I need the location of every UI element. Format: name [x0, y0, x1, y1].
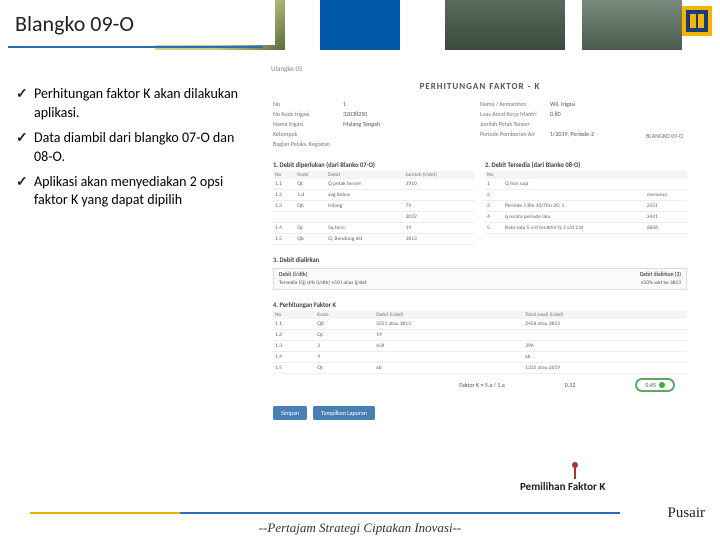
sc-box-col: Debit (l/dtk) [279, 272, 307, 278]
check-dot-icon [659, 382, 665, 388]
footer-accent-blue [180, 512, 620, 514]
meta-label: Kelompok [273, 130, 343, 138]
pu-logo-icon [682, 6, 712, 36]
bullet-item: Data diambil dari blangko 07-O dan 08-O. [16, 129, 251, 167]
sc-meta-right: Nama / KemantrenWil. Irigasi Luas Areal … [480, 100, 687, 150]
faktor-k-row: Faktor K = 5.a / 1.a 0.32 0.45 [273, 374, 687, 396]
header-photo-2 [320, 0, 400, 50]
callout-line [574, 465, 576, 479]
faktor-value-2-selected[interactable]: 0.45 [635, 378, 675, 392]
sc-sec2-title: 2. Debit Tersedia (dari Blanko 08-O) [485, 161, 687, 169]
sc-meta-left: No1 No Kode Irigasi32038250 Nama Irigasi… [273, 100, 480, 150]
sc-box-val: ≥50% wkt ke 3813 [641, 280, 681, 286]
meta-label: Jumlah Petak Tersier [480, 120, 550, 128]
sc-debit-box: Debit (l/dtk) Debit dialirkan (3) Tersedi… [273, 268, 687, 290]
sc-box-val: Tersedia (Q) d/b (l/dtk) ≥50 l alias lj/… [279, 280, 367, 286]
meta-value: Malang Tengah [343, 120, 380, 128]
meta-label: Periode Pemberian Air [480, 130, 550, 138]
sc-heading: PERHITUNGAN FAKTOR - K [265, 81, 695, 92]
slide-title: Blangko 09-O [0, 0, 275, 45]
sc-breadcrumb: Ulangke 05 [265, 60, 695, 77]
bullet-item: Perhitungan faktor K akan dilakukan apli… [16, 85, 251, 123]
meta-value: 1/2019, Periode-2 [550, 130, 594, 138]
meta-label: Nama Irigasi [273, 120, 343, 128]
meta-label: Bagian Pelaks. Kegiatan [273, 140, 343, 148]
meta-value: 1 [343, 100, 346, 108]
corner-brand: Pusair [668, 505, 706, 522]
sc-sec4-title: 4. Perhitungan Faktor K [273, 301, 687, 309]
meta-value: 32038250 [343, 110, 367, 118]
sc-table-4: NoKodeDebit (l/det)Total sasdi (l/det) 1… [273, 311, 687, 374]
title-underline [8, 46, 263, 48]
faktor-value-2: 0.45 [645, 381, 656, 389]
sc-sec1-title: 1. Debit diperlukan (dari Blanko 07-O) [273, 161, 475, 169]
footer-accent-yellow [30, 512, 180, 514]
sc-form-code: BLANGKO 09-O [646, 132, 683, 140]
bullet-list: Perhitungan faktor K akan dilakukan apli… [16, 85, 251, 216]
callout-label: Pemilihan Faktor K [520, 480, 605, 493]
sc-sec3-title: 3. Debit dialirkan [273, 256, 687, 264]
meta-value: 0.80 [550, 110, 561, 118]
meta-label: No Kode Irigasi [273, 110, 343, 118]
app-screenshot: Ulangke 05 BLANGKO 09-O PERHITUNGAN FAKT… [265, 60, 695, 500]
meta-label: Nama / Kemantren [480, 100, 550, 108]
save-button[interactable]: Simpan [273, 406, 307, 420]
show-report-button[interactable]: Tampilkan Laporan [313, 406, 375, 420]
header-photo-3 [445, 0, 565, 50]
bullet-item: Aplikasi akan menyediakan 2 opsi faktor … [16, 173, 251, 211]
meta-label: Luas Areal Kerja Mantri [480, 110, 550, 118]
faktor-label: Faktor K = 5.a / 1.a [459, 381, 504, 389]
meta-label: No [273, 100, 343, 108]
header-photo-4 [582, 0, 682, 50]
sc-box-col: Debit dialirkan (3) [640, 272, 681, 278]
meta-value: Wil. Irigasi [550, 100, 575, 108]
footer-tagline: --Pertajam Strategi Ciptakan Inovasi-- [0, 520, 720, 536]
faktor-value-1: 0.32 [565, 381, 576, 389]
sc-table-1: NoKodeDebitJumlah (l/det) 1.1QtQ petak t… [273, 171, 475, 245]
sc-table-2: No 1Q min saja 2menurun 3Periode 1 Bln 1… [485, 171, 687, 234]
